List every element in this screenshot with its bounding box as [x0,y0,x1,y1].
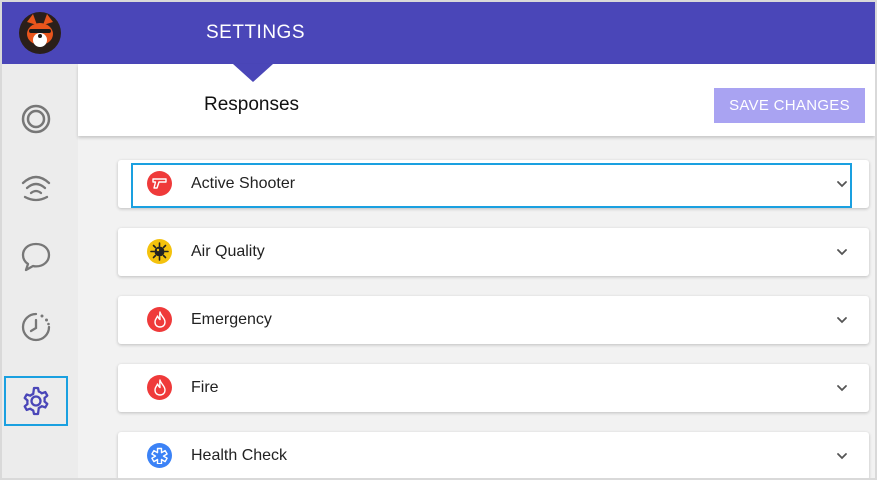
response-item-emergency[interactable]: Emergency [118,296,869,344]
response-item-fire[interactable]: Fire [118,364,869,412]
response-item-health-check[interactable]: Health Check [118,432,869,478]
broadcast-icon [21,175,51,202]
rings-icon [21,104,51,134]
sidebar-item-chat[interactable] [6,234,66,280]
sidebar [2,2,78,478]
chevron-down-icon[interactable] [835,381,849,395]
gun-icon [147,171,172,196]
chat-icon [21,242,51,272]
response-item-air-quality[interactable]: Air Quality [118,228,869,276]
fox-logo-icon [19,12,61,54]
page-title: SETTINGS [206,22,306,43]
response-label: Emergency [191,311,272,328]
response-label: Health Check [191,447,288,464]
medical-star-icon [147,443,172,468]
flame-icon [147,307,172,332]
chevron-down-icon[interactable] [835,177,849,191]
chevron-down-icon[interactable] [835,449,849,463]
header-pointer [233,64,273,82]
sidebar-item-broadcast[interactable] [6,164,66,210]
section-header: Responses SAVE CHANGES [78,64,875,136]
gear-icon [23,386,49,416]
responses-list: Active Shooter Air Quality Emergency Fir… [78,136,875,478]
history-clock-icon [21,312,51,342]
response-item-active-shooter[interactable]: Active Shooter [118,160,869,208]
chevron-down-icon[interactable] [835,245,849,259]
flame-icon [147,375,172,400]
sidebar-item-history[interactable] [6,304,66,350]
top-header: SETTINGS [78,2,875,82]
save-changes-button[interactable]: SAVE CHANGES [714,88,865,123]
logo[interactable] [2,2,78,64]
sidebar-item-settings[interactable] [4,376,68,426]
response-label: Active Shooter [191,175,296,192]
sidebar-item-rings[interactable] [6,96,66,142]
virus-icon [147,239,172,264]
chevron-down-icon[interactable] [835,313,849,327]
section-title: Responses [204,94,300,115]
response-label: Air Quality [191,243,265,260]
app-frame: SETTINGS Responses SAVE CHANGES Active S… [0,0,877,480]
response-label: Fire [191,379,219,396]
